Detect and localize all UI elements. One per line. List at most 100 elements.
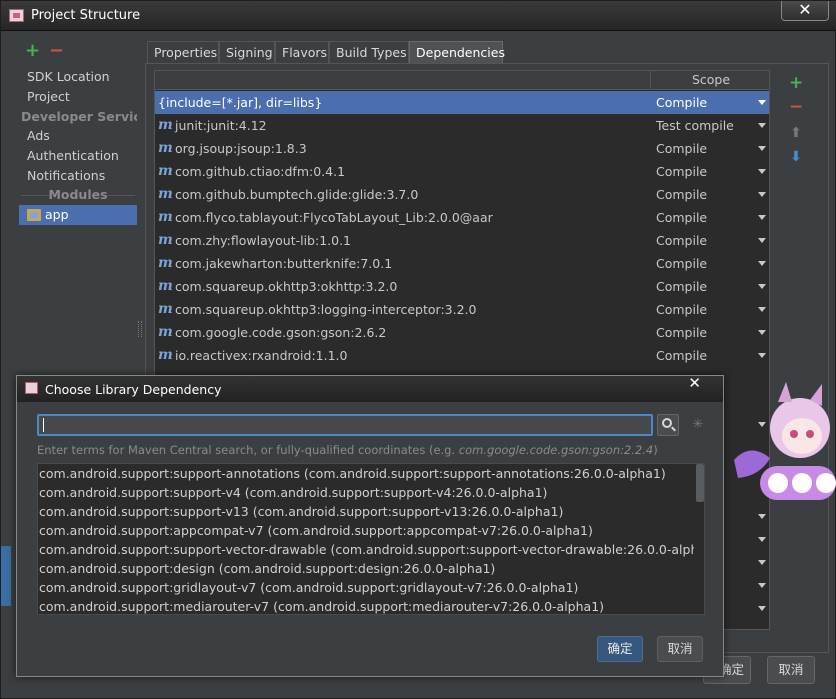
tab-build-types[interactable]: Build Types xyxy=(329,41,409,63)
column-header-scope[interactable]: Scope xyxy=(651,71,769,90)
chevron-down-icon[interactable] xyxy=(758,192,766,197)
scope-value[interactable]: Compile xyxy=(656,206,707,229)
maven-icon: m xyxy=(158,209,173,225)
scrollbar-thumb[interactable] xyxy=(696,464,704,502)
scope-value[interactable]: Compile xyxy=(656,160,707,183)
sidebar-header-modules-label: Modules xyxy=(48,187,108,202)
table-row[interactable]: m com.github.ctiao:dfm:0.4.1 Compile xyxy=(155,160,769,183)
move-up-button[interactable]: ⬆ xyxy=(789,125,803,141)
list-item[interactable]: com.android.support:gridlayout-v7 (com.a… xyxy=(38,578,694,597)
results-scrollbar[interactable] xyxy=(695,464,704,614)
chevron-down-icon[interactable] xyxy=(758,169,766,174)
window-titlebar: Project Structure ✕ xyxy=(1,1,836,31)
dialog-title: Choose Library Dependency xyxy=(45,382,222,397)
sidebar-item-project[interactable]: Project xyxy=(19,87,137,107)
sidebar-item-app[interactable]: app xyxy=(19,205,137,225)
library-name: com.jakewharton:butterknife:7.0.1 xyxy=(175,256,393,271)
chevron-down-icon[interactable] xyxy=(758,146,766,151)
chevron-down-icon[interactable] xyxy=(758,606,766,611)
scope-value[interactable]: Compile xyxy=(656,298,707,321)
library-name: {include=[*.jar], dir=libs} xyxy=(158,95,323,110)
chevron-down-icon[interactable] xyxy=(758,537,766,542)
sidebar-header-modules: Modules xyxy=(19,186,137,204)
loading-spinner-icon: ✳ xyxy=(692,417,704,432)
scope-value[interactable]: Test compile xyxy=(656,114,734,137)
sidebar-item-notifications[interactable]: Notifications xyxy=(19,166,137,186)
chevron-down-icon[interactable] xyxy=(758,583,766,588)
scope-value[interactable]: Compile xyxy=(656,229,707,252)
plus-icon[interactable]: + xyxy=(25,41,40,61)
chevron-down-icon[interactable] xyxy=(758,514,766,519)
table-row[interactable]: m com.flyco.tablayout:FlycoTabLayout_Lib… xyxy=(155,206,769,229)
scope-value[interactable]: Compile xyxy=(656,275,707,298)
list-item[interactable]: com.android.support:support-annotations … xyxy=(38,464,694,483)
sidebar-item-sdk-location[interactable]: SDK Location xyxy=(19,67,137,87)
list-item[interactable]: com.android.support:design (com.android.… xyxy=(38,559,694,578)
library-name: com.github.bumptech.glide:glide:3.7.0 xyxy=(175,187,419,202)
table-row[interactable]: m com.squareup.okhttp3:logging-intercept… xyxy=(155,298,769,321)
column-header-library[interactable] xyxy=(155,71,651,90)
table-row[interactable]: m org.jsoup:jsoup:1.8.3 Compile xyxy=(155,137,769,160)
scope-value[interactable]: Compile xyxy=(656,137,707,160)
sidebar-item-ads[interactable]: Ads xyxy=(19,126,137,146)
minus-icon: − xyxy=(789,97,804,117)
scope-value[interactable]: Compile xyxy=(656,252,707,275)
table-row[interactable]: m junit:junit:4.12 Test compile xyxy=(155,114,769,137)
chevron-down-icon[interactable] xyxy=(758,560,766,565)
scope-value[interactable]: Compile xyxy=(656,91,707,114)
sidebar-item-authentication[interactable]: Authentication xyxy=(19,146,137,166)
chevron-down-icon[interactable] xyxy=(758,284,766,289)
add-dependency-button[interactable]: + xyxy=(789,75,803,92)
maven-icon: m xyxy=(158,163,173,179)
list-item[interactable]: com.android.support:support-vector-drawa… xyxy=(38,540,694,559)
maven-icon: m xyxy=(158,255,173,271)
chevron-down-icon[interactable] xyxy=(758,238,766,243)
header-divider xyxy=(107,195,135,196)
chevron-down-icon[interactable] xyxy=(758,123,766,128)
hint-example: com.google.code.gson:gson:2.2.4 xyxy=(458,443,654,457)
splitter-handle[interactable] xyxy=(138,321,142,337)
scope-value[interactable]: Compile xyxy=(656,344,707,367)
header-divider xyxy=(21,195,49,196)
tab-dependencies[interactable]: Dependencies xyxy=(409,41,505,63)
dialog-cancel-button[interactable]: 取消 xyxy=(657,636,703,662)
table-row[interactable]: m com.zhy:flowlayout-lib:1.0.1 Compile xyxy=(155,229,769,252)
chevron-down-icon[interactable] xyxy=(758,307,766,312)
table-row[interactable]: m com.jakewharton:butterknife:7.0.1 Comp… xyxy=(155,252,769,275)
library-search-input[interactable] xyxy=(37,414,653,436)
list-item[interactable]: com.android.support:appcompat-v7 (com.an… xyxy=(38,521,694,540)
scope-value[interactable]: Compile xyxy=(656,183,707,206)
chevron-down-icon[interactable] xyxy=(758,215,766,220)
library-name: com.flyco.tablayout:FlycoTabLayout_Lib:2… xyxy=(175,210,493,225)
hint-suffix: ) xyxy=(653,443,658,457)
dialog-ok-button[interactable]: 确定 xyxy=(597,636,643,662)
main-cancel-button[interactable]: 取消 xyxy=(767,656,815,684)
table-row[interactable]: m com.google.code.gson:gson:2.6.2 Compil… xyxy=(155,321,769,344)
chevron-down-icon[interactable] xyxy=(758,100,766,105)
minus-icon[interactable]: − xyxy=(49,41,64,61)
chevron-down-icon[interactable] xyxy=(758,261,766,266)
search-icon-handle xyxy=(671,426,676,432)
tab-signing[interactable]: Signing xyxy=(219,41,275,63)
move-down-button[interactable]: ⬇ xyxy=(789,149,803,165)
list-item[interactable]: com.android.support:mediarouter-v7 (com.… xyxy=(38,597,694,614)
chevron-down-icon[interactable] xyxy=(758,353,766,358)
choose-library-dialog: Choose Library Dependency ✕ ✳ Enter term… xyxy=(16,375,724,677)
search-button[interactable] xyxy=(657,414,679,436)
list-item[interactable]: com.android.support:support-v4 (com.andr… xyxy=(38,483,694,502)
chevron-down-icon[interactable] xyxy=(758,330,766,335)
scope-value[interactable]: Compile xyxy=(656,321,707,344)
window-close-button[interactable]: ✕ xyxy=(781,1,829,21)
maven-icon: m xyxy=(158,278,173,294)
remove-dependency-button[interactable]: − xyxy=(789,97,804,117)
tab-properties[interactable]: Properties xyxy=(147,41,219,63)
dialog-close-icon[interactable]: ✕ xyxy=(688,376,701,391)
table-row[interactable]: m io.reactivex:rxandroid:1.1.0 Compile xyxy=(155,344,769,367)
table-row[interactable]: m com.github.bumptech.glide:glide:3.7.0 … xyxy=(155,183,769,206)
table-row[interactable]: m com.squareup.okhttp3:okhttp:3.2.0 Comp… xyxy=(155,275,769,298)
list-item[interactable]: com.android.support:support-v13 (com.and… xyxy=(38,502,694,521)
tab-flavors[interactable]: Flavors xyxy=(275,41,329,63)
library-name: com.squareup.okhttp3:okhttp:3.2.0 xyxy=(175,279,398,294)
library-name: com.squareup.okhttp3:logging-interceptor… xyxy=(175,302,477,317)
table-row[interactable]: {include=[*.jar], dir=libs} Compile xyxy=(155,91,769,114)
